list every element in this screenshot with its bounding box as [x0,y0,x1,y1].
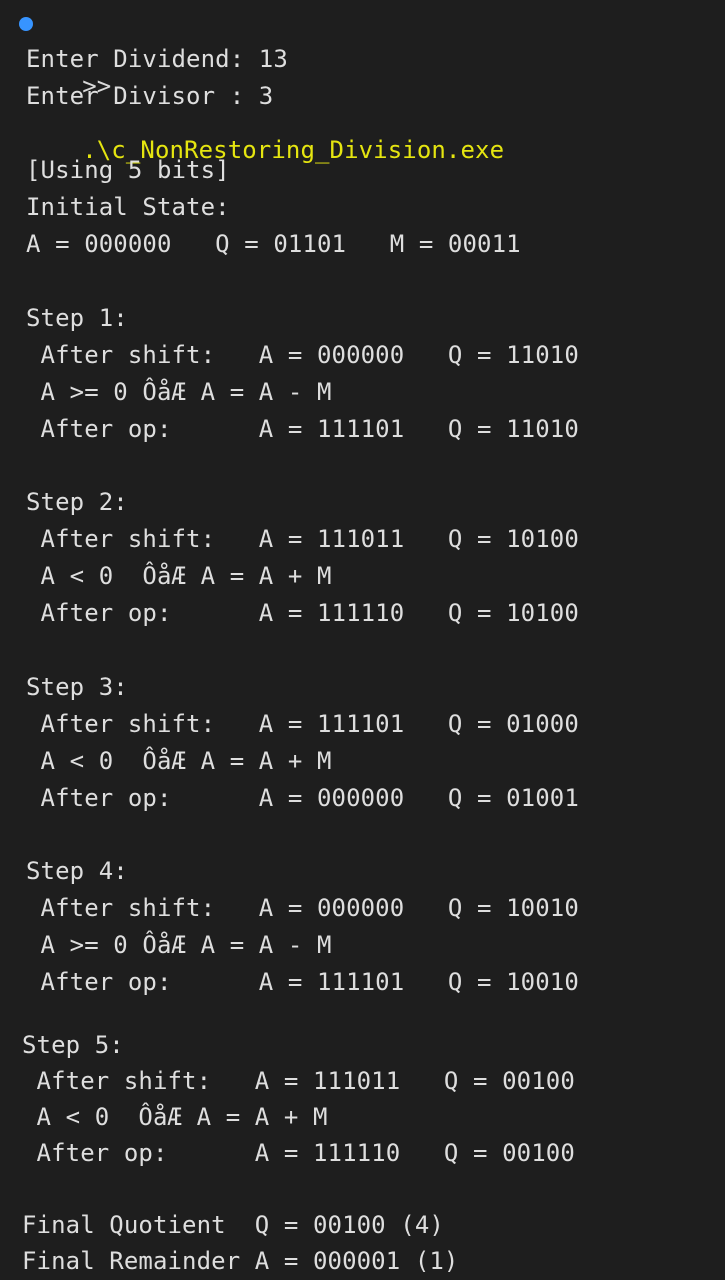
step-3-op: After op: A = 000000 Q = 01001 [26,784,579,812]
initial-state-title: Initial State: [26,193,230,221]
step-4-condition: A >= 0 ÔåÆ A = A - M [26,931,332,959]
step-5-shift: After shift: A = 111011 Q = 00100 [22,1067,575,1095]
initial-state-values: A = 000000 Q = 01101 M = 00011 [26,230,521,258]
step-4-shift: After shift: A = 000000 Q = 10010 [26,894,579,922]
dividend-line: Enter Dividend: 13 [26,45,288,73]
step-2-title: Step 2: [26,488,128,516]
step-4-op: After op: A = 111101 Q = 10010 [26,968,579,996]
command-line: >> .\c_NonRestoring_Division.exe [19,6,504,164]
terminal-output[interactable]: >> .\c_NonRestoring_Division.exe Enter D… [0,0,725,1280]
step-1-condition: A >= 0 ÔåÆ A = A - M [26,378,332,406]
step-3-title: Step 3: [26,673,128,701]
step-1-op: After op: A = 111101 Q = 11010 [26,415,579,443]
step-2-condition: A < 0 ÔåÆ A = A + M [26,562,332,590]
bits-line: [Using 5 bits] [26,156,230,184]
step-2-op: After op: A = 111110 Q = 10100 [26,599,579,627]
step-5-condition: A < 0 ÔåÆ A = A + M [22,1103,328,1131]
step-1-shift: After shift: A = 000000 Q = 11010 [26,341,579,369]
divisor-line: Enter Divisor : 3 [26,82,274,110]
final-remainder-line: Final Remainder A = 000001 (1) [22,1247,459,1275]
step-5-title: Step 5: [22,1031,124,1059]
step-5-op: After op: A = 111110 Q = 00100 [22,1139,575,1167]
final-quotient-line: Final Quotient Q = 00100 (4) [22,1211,444,1239]
step-3-shift: After shift: A = 111101 Q = 01000 [26,710,579,738]
step-3-condition: A < 0 ÔåÆ A = A + M [26,747,332,775]
step-4-title: Step 4: [26,857,128,885]
prompt-status-dot-icon [19,17,33,31]
step-2-shift: After shift: A = 111011 Q = 10100 [26,525,579,553]
step-1-title: Step 1: [26,304,128,332]
